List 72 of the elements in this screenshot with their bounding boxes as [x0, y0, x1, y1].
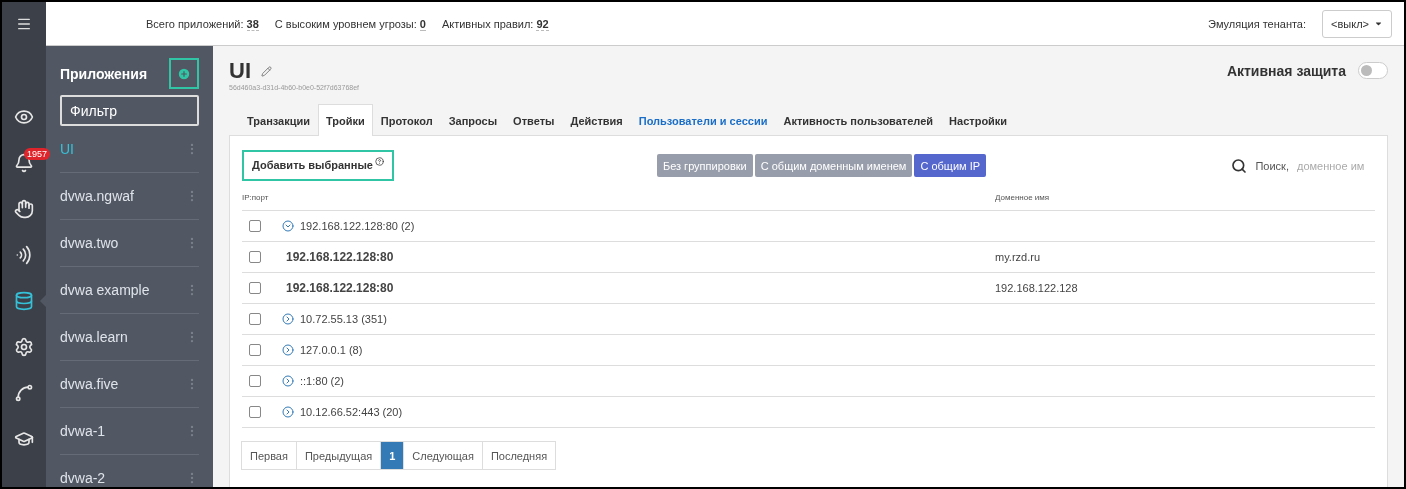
line-chart-icon[interactable] — [14, 383, 34, 403]
tab[interactable]: Ответы — [505, 104, 563, 136]
expand-icon[interactable] — [282, 313, 294, 325]
tab[interactable]: Запросы — [440, 104, 506, 136]
hand-icon[interactable] — [14, 199, 34, 219]
sidebar-item[interactable]: dvwa.five — [60, 361, 199, 408]
row-checkbox[interactable] — [249, 344, 261, 356]
domain-cell-text: my.rzd.ru — [995, 251, 1042, 263]
sidebar-title: Приложения — [60, 65, 148, 82]
add-app-button[interactable] — [169, 58, 199, 89]
tab[interactable]: Транзакции — [239, 104, 318, 136]
domain-cell-text: 192.168.122.128 — [995, 282, 1079, 294]
row-checkbox[interactable] — [249, 282, 261, 294]
tab[interactable]: Протокол — [372, 104, 441, 136]
row-checkbox[interactable] — [249, 313, 261, 325]
tab[interactable]: Действия — [562, 104, 631, 136]
row-checkbox[interactable] — [249, 220, 261, 232]
ip-cell: 192.168.122.128:80 (2) — [300, 220, 415, 232]
signal-waves-icon[interactable] — [14, 245, 34, 265]
column-header: IP:порт — [242, 193, 270, 202]
search-icon[interactable] — [1231, 157, 1248, 174]
search-label: Поиск, — [1255, 159, 1289, 172]
protection-toggle[interactable] — [1358, 62, 1388, 79]
stat-text: Активных правил: 92 — [441, 17, 549, 30]
filter-field[interactable]: Фильтр — [60, 95, 199, 126]
ip-cell: ::1:80 (2) — [300, 375, 345, 387]
column-header: Доменное имя — [995, 193, 1051, 202]
edit-icon[interactable] — [261, 65, 272, 77]
tab[interactable]: Тройки — [318, 104, 373, 136]
menu-icon[interactable] — [16, 16, 32, 32]
app-title: UI — [229, 58, 251, 84]
caret-icon — [1374, 19, 1383, 28]
collapse-icon[interactable] — [282, 220, 294, 232]
settings-icon[interactable] — [14, 337, 34, 357]
ip-cell: 10.72.55.13 (351) — [300, 313, 387, 325]
expand-icon[interactable] — [282, 406, 294, 418]
page-button[interactable]: Первая — [241, 441, 297, 470]
tab[interactable]: Активность пользователей — [775, 104, 942, 136]
ip-cell: 192.168.122.128:80 — [286, 250, 394, 264]
tab[interactable]: Пользователи и сессии — [630, 104, 776, 136]
sidebar-item[interactable]: dvwa.learn — [60, 314, 199, 361]
sidebar-item[interactable]: dvwa.two — [60, 220, 199, 267]
sidebar-item[interactable]: dvwa.ngwaf — [60, 173, 199, 220]
row-checkbox[interactable] — [249, 375, 261, 387]
stat-text: С высоким уровнем угрозы: 0 — [274, 17, 426, 30]
ip-cell: 192.168.122.128:80 — [286, 281, 394, 295]
plus-icon — [177, 66, 191, 81]
eye-icon[interactable] — [14, 107, 34, 127]
expand-icon[interactable] — [282, 375, 294, 387]
tenant-label: Эмуляция тенанта: — [1208, 17, 1307, 30]
stat-text: Всего приложений: 38 — [146, 17, 259, 30]
page-button[interactable]: 1 — [380, 441, 405, 470]
database-icon[interactable] — [14, 291, 34, 311]
row-checkbox[interactable] — [249, 406, 261, 418]
notification-badge: 1957 — [24, 148, 51, 160]
protection-label: Активная защита — [1226, 62, 1346, 79]
sidebar-item[interactable]: dvwa-2 — [60, 455, 199, 487]
sidebar-item[interactable]: dvwa example — [60, 267, 199, 314]
page-button[interactable]: Следующая — [403, 441, 483, 470]
sidebar-item[interactable]: dvwa-1 — [60, 408, 199, 455]
tab[interactable]: Настройки — [941, 104, 1016, 136]
help-icon[interactable] — [374, 157, 384, 166]
ip-cell: 10.12.66.52:443 (20) — [300, 406, 403, 418]
page-button[interactable]: Предыдущая — [295, 441, 382, 470]
add-selected-button[interactable]: Добавить выбранные — [242, 150, 394, 181]
graduation-cap-icon[interactable] — [14, 429, 34, 449]
row-checkbox[interactable] — [249, 251, 261, 263]
expand-icon[interactable] — [282, 344, 294, 356]
page-button[interactable]: Последняя — [481, 441, 557, 470]
grouping-button[interactable]: С общим IP — [914, 154, 987, 177]
ip-cell: 127.0.0.1 (8) — [300, 344, 363, 356]
tenant-dropdown[interactable]: <выкл> — [1322, 9, 1392, 38]
